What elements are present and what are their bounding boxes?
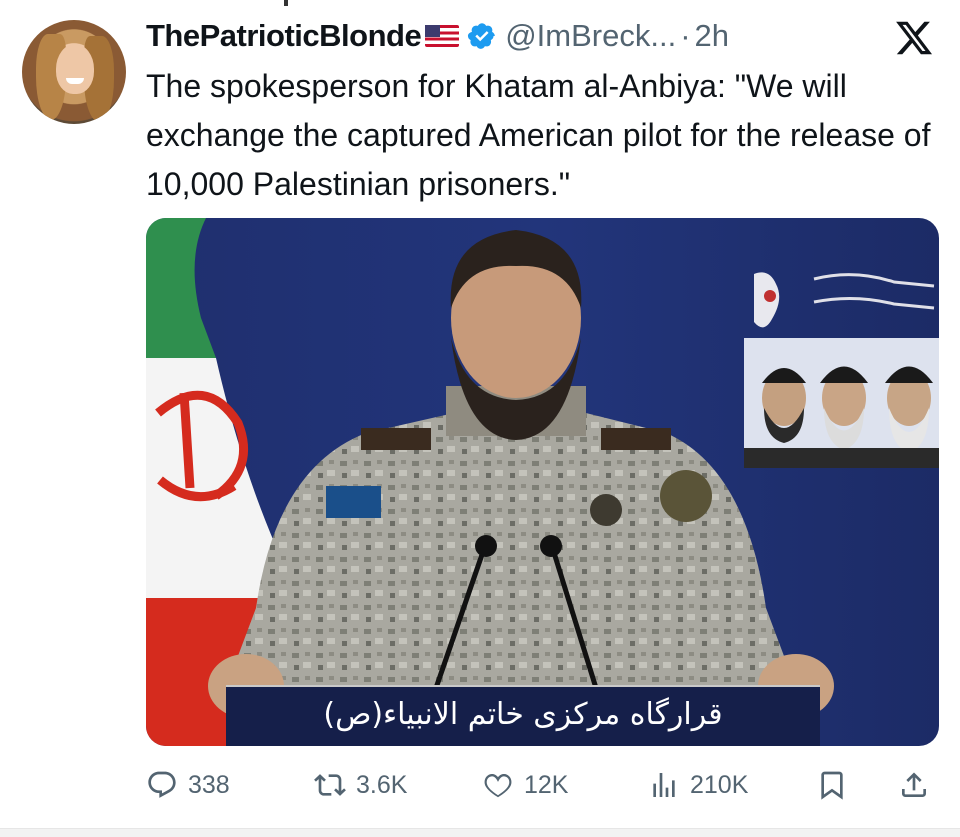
tweet-actions-bar: 338 3.6K 12K 210K <box>146 760 940 810</box>
x-logo-icon[interactable] <box>892 18 936 58</box>
reply-button[interactable]: 338 <box>146 760 230 810</box>
like-count: 12K <box>524 770 569 799</box>
like-button[interactable]: 12K <box>482 760 568 810</box>
repost-button[interactable]: 3.6K <box>314 760 407 810</box>
tweet-text: The spokesperson for Khatam al-Anbiya: "… <box>146 68 931 202</box>
handle[interactable]: @ImBreck... <box>505 18 676 54</box>
repost-icon <box>314 774 346 796</box>
timestamp[interactable]: 2h <box>695 18 729 54</box>
calligraphy-emblem <box>754 272 935 328</box>
repost-count: 3.6K <box>356 770 408 799</box>
views-button[interactable]: 210K <box>648 760 748 810</box>
avatar[interactable] <box>22 20 126 124</box>
reply-icon <box>148 771 176 798</box>
bookmark-button[interactable] <box>816 760 848 810</box>
display-name[interactable]: ThePatrioticBlonde <box>146 18 422 54</box>
separator-dot: · <box>680 18 691 53</box>
leaders-portrait-panel <box>744 338 939 468</box>
divider <box>0 828 960 837</box>
tweet-media-image[interactable]: قرارگاه مرکزی خاتم الانبیاء(ص) <box>146 218 939 746</box>
views-count: 210K <box>690 770 749 799</box>
views-chart-icon <box>653 773 675 797</box>
verified-badge-icon <box>468 23 496 49</box>
podium: قرارگاه مرکزی خاتم الانبیاء(ص) <box>226 685 820 746</box>
tweet-header: ThePatrioticBlonde @ImBreck... · 2h <box>146 14 729 58</box>
bookmark-icon <box>821 771 843 800</box>
us-flag-icon <box>425 25 460 47</box>
reply-count: 338 <box>188 770 230 799</box>
previous-tweet-edge <box>0 0 960 6</box>
heart-icon <box>484 773 512 798</box>
podium-caption: قرارگاه مرکزی خاتم الانبیاء(ص) <box>323 697 723 732</box>
share-button[interactable] <box>898 760 930 810</box>
share-icon <box>902 772 926 797</box>
